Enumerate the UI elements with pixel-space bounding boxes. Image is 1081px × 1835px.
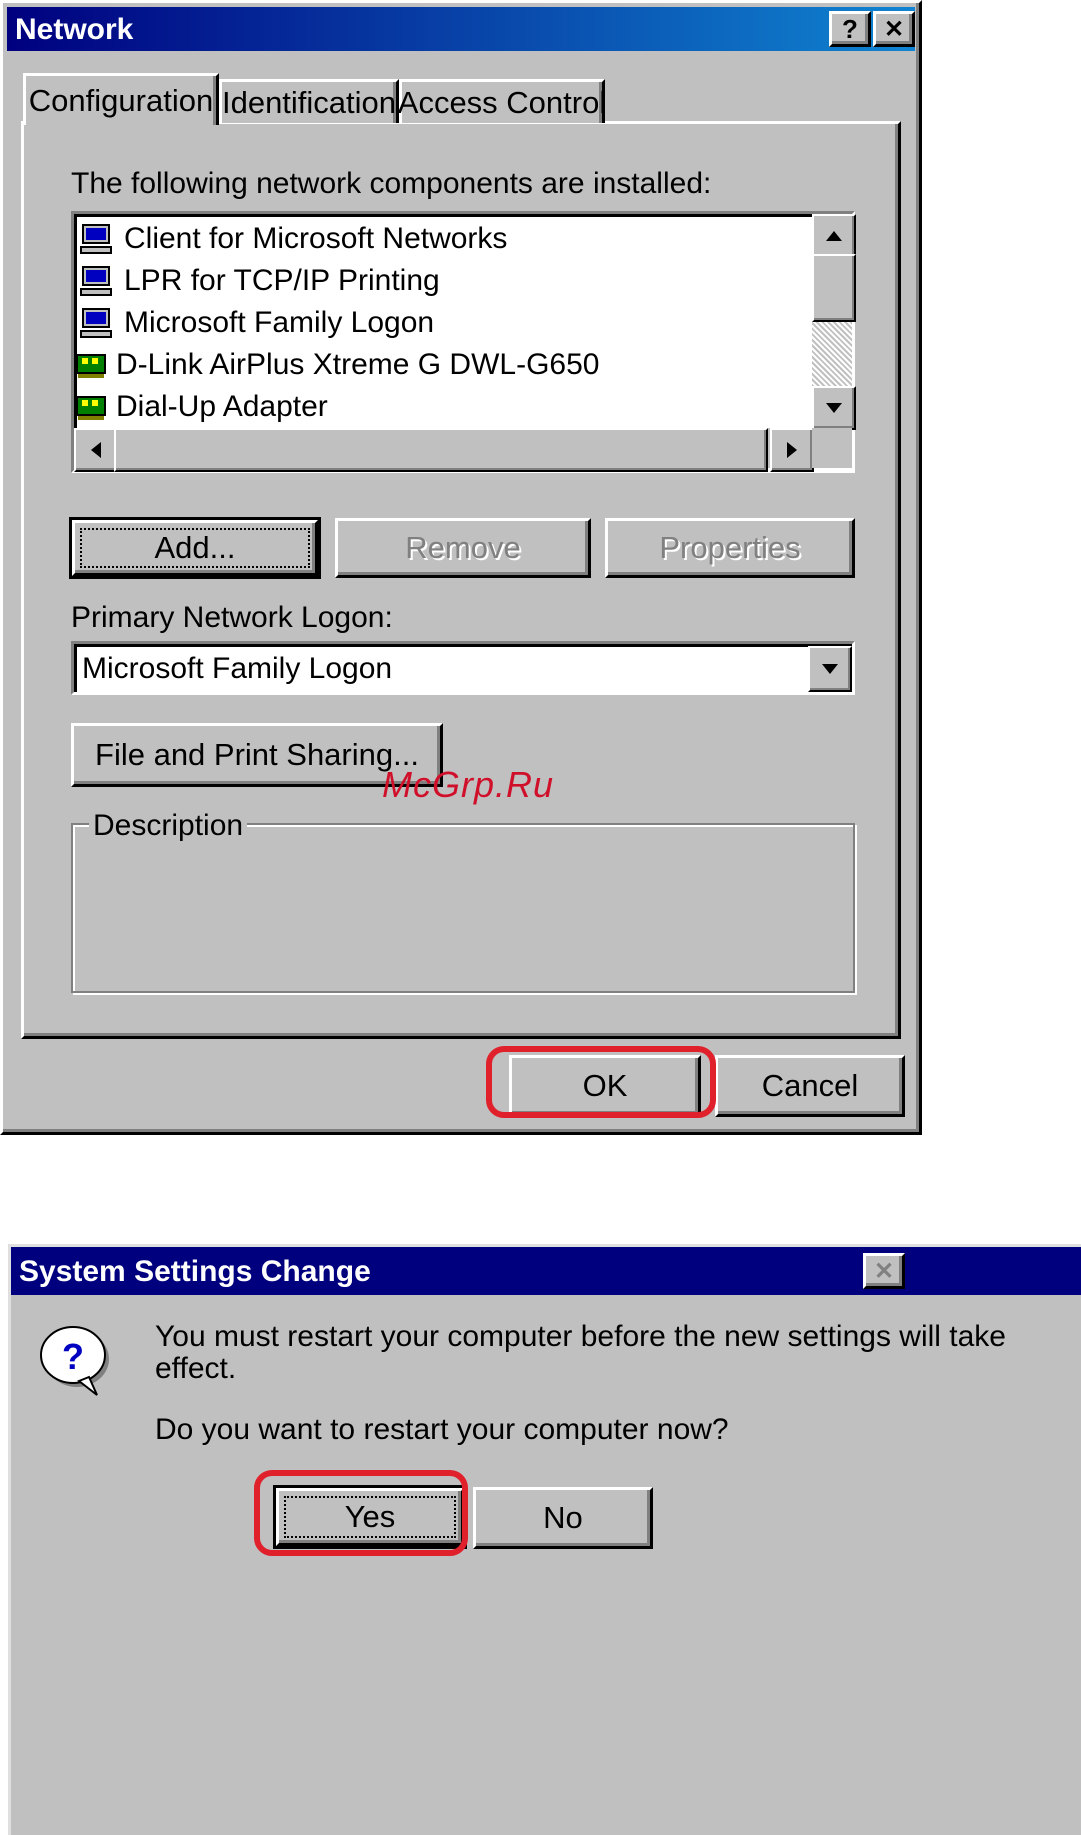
list-item[interactable]: LPR for TCP/IP Printing [80,260,440,302]
no-button[interactable]: No [473,1487,653,1549]
network-client-icon [80,306,114,340]
scroll-up-button[interactable] [812,214,856,258]
description-label: Description [89,809,248,843]
question-icon: ? [39,1323,119,1403]
scroll-thumb[interactable] [812,254,856,322]
remove-button[interactable]: Remove [335,518,591,578]
close-icon: ✕ [883,15,905,43]
primary-logon-value: Microsoft Family Logon [82,652,393,685]
dropdown-button[interactable] [808,646,852,692]
scroll-down-button[interactable] [812,386,856,430]
horizontal-scroll-thumb[interactable] [114,428,768,472]
description-group [71,823,855,993]
arrow-down-icon [826,403,842,413]
restart-title: System Settings Change [19,1255,371,1288]
list-item[interactable]: Microsoft Family Logon [80,302,434,344]
network-adapter-icon [74,390,108,424]
svg-text:?: ? [62,1336,84,1377]
restart-title-bar[interactable]: System Settings Change ✕ [11,1247,1081,1295]
network-dialog: Network ? ✕ Configuration Identification… [0,0,922,1135]
help-icon: ? [842,13,858,44]
scroll-corner [812,428,852,468]
restart-dialog: System Settings Change ✕ ? You must rest… [8,1244,1081,1835]
list-item[interactable]: D-Link AirPlus Xtreme G DWL-G650 [74,344,599,386]
restart-close-button[interactable]: ✕ [863,1253,905,1289]
network-adapter-icon [74,348,108,382]
arrow-left-icon [91,442,101,458]
restart-message: You must restart your computer before th… [155,1320,1006,1385]
arrow-up-icon [826,231,842,241]
yes-highlight-frame [254,1470,468,1556]
watermark: McGrp.Ru [382,764,555,805]
primary-logon-label: Primary Network Logon: [71,601,393,634]
chevron-down-icon [822,664,838,674]
network-client-icon [80,264,114,298]
close-button[interactable]: ✕ [873,11,915,47]
list-item[interactable]: Client for Microsoft Networks [80,218,507,260]
vertical-scrollbar[interactable] [812,214,856,430]
arrow-right-icon [787,442,797,458]
tab-configuration[interactable]: Configuration [23,73,219,125]
tab-access-control[interactable]: Access Control [398,79,606,123]
restart-question: Do you want to restart your computer now… [155,1413,729,1446]
close-icon: ✕ [873,1257,895,1285]
scroll-right-button[interactable] [770,428,814,472]
ok-highlight-frame [486,1046,716,1118]
list-item[interactable]: Dial-Up Adapter [74,386,328,428]
primary-logon-select[interactable]: Microsoft Family Logon [71,641,855,695]
components-label: The following network components are ins… [71,167,712,200]
help-button[interactable]: ? [829,11,871,47]
cancel-button[interactable]: Cancel [715,1055,905,1117]
horizontal-scrollbar[interactable] [74,428,814,472]
network-title-bar[interactable]: Network ? ✕ [7,7,915,51]
network-client-icon [80,222,114,256]
add-button[interactable]: Add... [72,520,318,576]
network-title: Network [15,13,134,46]
scroll-left-button[interactable] [74,428,118,472]
components-list[interactable]: Client for Microsoft Networks LPR for TC… [71,211,856,473]
properties-button[interactable]: Properties [605,518,855,578]
tab-identification[interactable]: Identification [219,79,399,123]
